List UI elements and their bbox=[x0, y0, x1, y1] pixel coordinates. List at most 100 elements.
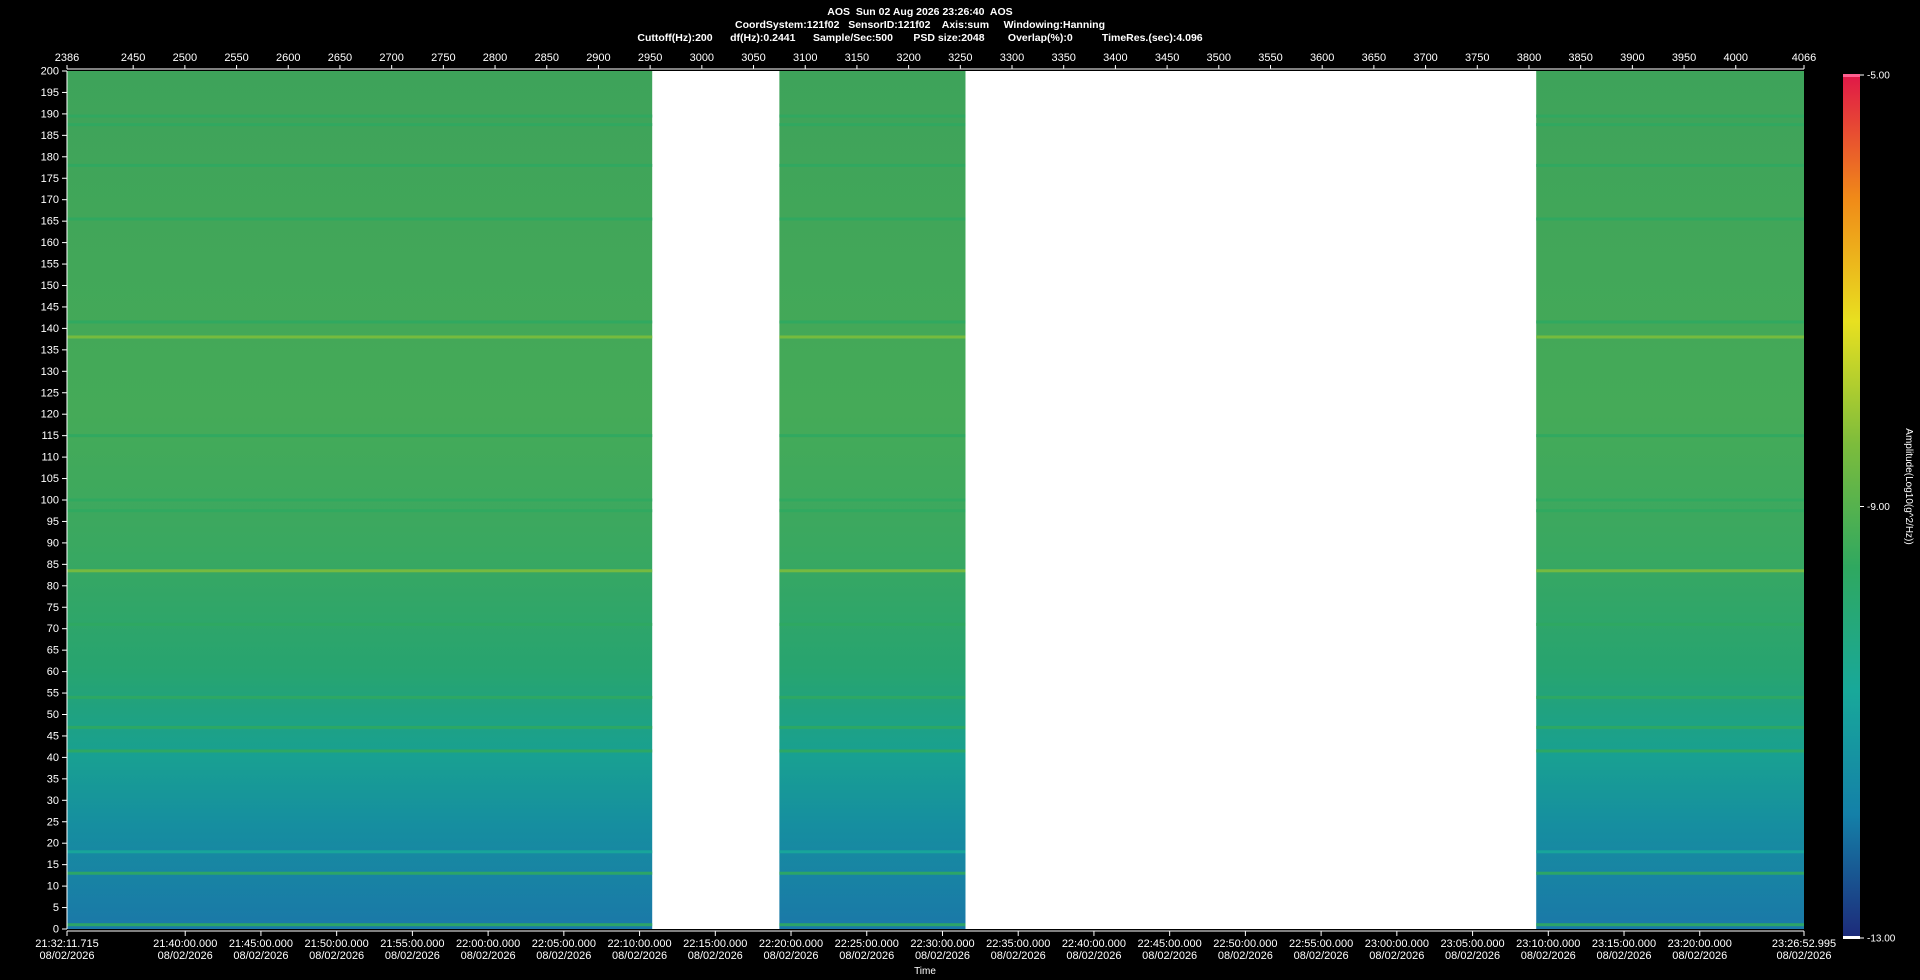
y-tick-label: 35 bbox=[47, 773, 59, 785]
frequency-band bbox=[67, 569, 653, 573]
y-tick-label: 50 bbox=[47, 709, 59, 721]
colorbar-tick-label: -5.00 bbox=[1867, 71, 1890, 82]
frequency-band bbox=[1536, 695, 1804, 699]
date-tick-label: 08/02/2026 bbox=[1066, 950, 1121, 962]
top-tick-label: 3850 bbox=[1568, 52, 1592, 64]
frequency-band bbox=[1536, 509, 1804, 513]
plot-area bbox=[67, 71, 1804, 929]
y-tick-label: 65 bbox=[47, 645, 59, 657]
frequency-band bbox=[1536, 850, 1804, 854]
top-tick-label: 2750 bbox=[431, 52, 455, 64]
date-tick-label: 08/02/2026 bbox=[763, 950, 818, 962]
time-axis: 21:32:11.71508/02/202621:40:00.00008/02/… bbox=[35, 930, 1836, 962]
top-tick-label: 2600 bbox=[276, 52, 300, 64]
colorbar-tick-label: -9.00 bbox=[1867, 502, 1890, 513]
colorbar-scale bbox=[1843, 75, 1860, 938]
frequency-band bbox=[1536, 217, 1804, 221]
frequency-band bbox=[67, 923, 653, 927]
top-tick-label: 4000 bbox=[1724, 52, 1748, 64]
time-tick-label: 22:30:00.000 bbox=[910, 938, 974, 950]
colorbar-label: Amplitude(Log10(g^2/Hz)) bbox=[1903, 428, 1914, 544]
frequency-band bbox=[67, 850, 653, 854]
frequency-band bbox=[67, 114, 653, 118]
date-tick-label: 08/02/2026 bbox=[1294, 950, 1349, 962]
y-tick-label: 90 bbox=[47, 537, 59, 549]
frequency-band bbox=[67, 163, 653, 167]
time-tick-label: 22:05:00.000 bbox=[532, 938, 596, 950]
top-tick-label: 2550 bbox=[224, 52, 248, 64]
frequency-band bbox=[67, 217, 653, 221]
time-tick-label: 22:20:00.000 bbox=[759, 938, 823, 950]
y-tick-label: 105 bbox=[41, 473, 59, 485]
top-tick-label: 2500 bbox=[173, 52, 197, 64]
frequency-band bbox=[779, 335, 966, 339]
time-tick-label: 23:00:00.000 bbox=[1365, 938, 1429, 950]
y-tick-label: 135 bbox=[41, 344, 59, 356]
y-tick-label: 190 bbox=[41, 108, 59, 120]
time-tick-label: 22:00:00.000 bbox=[456, 938, 520, 950]
frequency-band bbox=[779, 622, 966, 626]
frequency-band bbox=[67, 622, 653, 626]
time-tick-label: 23:05:00.000 bbox=[1440, 938, 1504, 950]
frequency-band bbox=[67, 498, 653, 502]
date-tick-label: 08/02/2026 bbox=[385, 950, 440, 962]
date-tick-label: 08/02/2026 bbox=[461, 950, 516, 962]
frequency-band bbox=[1536, 749, 1804, 753]
frequency-band bbox=[1536, 123, 1804, 127]
top-tick-label: 3200 bbox=[896, 52, 920, 64]
y-tick-label: 85 bbox=[47, 559, 59, 571]
frequency-band bbox=[1536, 434, 1804, 438]
y-tick-label: 100 bbox=[41, 495, 59, 507]
frequency-band bbox=[1536, 871, 1804, 875]
time-tick-label: 21:32:11.715 bbox=[35, 938, 98, 950]
colorbar-tick-label: -13.00 bbox=[1867, 934, 1896, 945]
y-tick-label: 140 bbox=[41, 323, 59, 335]
y-tick-label: 45 bbox=[47, 730, 59, 742]
time-tick-label: 22:35:00.000 bbox=[986, 938, 1050, 950]
y-tick-label: 160 bbox=[41, 237, 59, 249]
top-tick-label: 3400 bbox=[1103, 52, 1127, 64]
top-tick-label: 3650 bbox=[1362, 52, 1386, 64]
frequency-band bbox=[779, 498, 966, 502]
y-tick-label: 175 bbox=[41, 173, 59, 185]
date-tick-label: 08/02/2026 bbox=[158, 950, 213, 962]
y-tick-label: 70 bbox=[47, 623, 59, 635]
colorbar-top-marker bbox=[1843, 74, 1860, 77]
frequency-band bbox=[779, 871, 966, 875]
top-tick-label: 2700 bbox=[379, 52, 403, 64]
date-tick-label: 08/02/2026 bbox=[915, 950, 970, 962]
top-tick-label: 2386 bbox=[55, 52, 79, 64]
top-tick-label: 4066 bbox=[1792, 52, 1816, 64]
time-tick-label: 23:15:00.000 bbox=[1592, 938, 1656, 950]
date-tick-label: 08/02/2026 bbox=[1596, 950, 1651, 962]
top-tick-label: 3300 bbox=[1000, 52, 1024, 64]
frequency-band bbox=[67, 695, 653, 699]
frequency-band bbox=[1536, 725, 1804, 729]
time-tick-label: 23:10:00.000 bbox=[1516, 938, 1580, 950]
top-tick-label: 3500 bbox=[1207, 52, 1231, 64]
y-tick-label: 20 bbox=[47, 838, 59, 850]
frequency-band bbox=[779, 217, 966, 221]
top-tick-label: 3950 bbox=[1672, 52, 1696, 64]
date-tick-label: 08/02/2026 bbox=[1369, 950, 1424, 962]
time-tick-label: 21:40:00.000 bbox=[153, 938, 217, 950]
date-tick-label: 08/02/2026 bbox=[688, 950, 743, 962]
frequency-band bbox=[67, 725, 653, 729]
date-tick-label: 08/02/2026 bbox=[1776, 950, 1831, 962]
frequency-band bbox=[779, 509, 966, 513]
top-tick-label: 3600 bbox=[1310, 52, 1334, 64]
time-tick-label: 22:55:00.000 bbox=[1289, 938, 1353, 950]
top-tick-label: 3450 bbox=[1155, 52, 1179, 64]
time-tick-label: 22:10:00.000 bbox=[607, 938, 671, 950]
date-tick-label: 08/02/2026 bbox=[839, 950, 894, 962]
frequency-band bbox=[779, 725, 966, 729]
y-tick-label: 165 bbox=[41, 216, 59, 228]
top-tick-label: 3100 bbox=[793, 52, 817, 64]
top-axis: 2386 2450 2500 2550 2600 2650 2700 2750 2800 2850… bbox=[55, 52, 1816, 70]
frequency-band bbox=[779, 695, 966, 699]
frequency-band bbox=[1536, 569, 1804, 573]
frequency-band bbox=[67, 434, 653, 438]
y-tick-label: 185 bbox=[41, 130, 59, 142]
time-tick-label: 21:50:00.000 bbox=[305, 938, 369, 950]
frequency-band bbox=[779, 850, 966, 854]
